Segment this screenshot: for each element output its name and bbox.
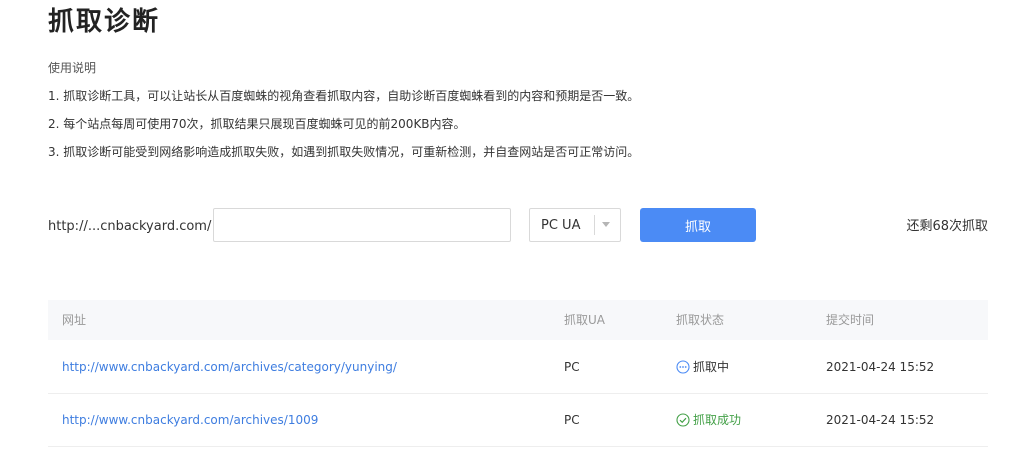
remaining-count: 还剩68次抓取 [906, 219, 988, 234]
usage-line-1: 1. 抓取诊断工具，可以让站长从百度蜘蛛的视角查看抓取内容，自助诊断百度蜘蛛看到… [48, 89, 640, 103]
ua-select-value: PC UA [541, 218, 581, 233]
table-row: http://www.cnbackyard.com/archives/1009 … [48, 394, 988, 447]
url-prefix-label: http://...cnbackyard.com/ [48, 219, 212, 234]
page-title: 抓取诊断 [48, 7, 161, 37]
url-path-input[interactable] [213, 208, 511, 242]
row-time: 2021-04-24 15:52 [826, 360, 935, 374]
usage-heading: 使用说明 [48, 61, 97, 75]
caret-down-icon[interactable] [602, 222, 610, 227]
header-ua: 抓取UA [564, 313, 605, 327]
row-time: 2021-04-24 15:52 [826, 413, 935, 427]
row-status-text: 抓取成功 [693, 413, 742, 427]
row-ua: PC [564, 360, 580, 374]
table-header: 网址 抓取UA 抓取状态 提交时间 [48, 300, 988, 340]
ua-select[interactable]: PC UA [529, 208, 621, 242]
ellipsis-circle-icon [676, 360, 690, 374]
header-time: 提交时间 [826, 313, 875, 327]
ua-select-divider [594, 215, 595, 235]
usage-line-2: 2. 每个站点每周可使用70次，抓取结果只展现百度蜘蛛可见的前200KB内容。 [48, 117, 466, 131]
row-url-link[interactable]: http://www.cnbackyard.com/archives/1009 [62, 412, 318, 428]
row-ua: PC [564, 413, 580, 427]
check-circle-icon [676, 413, 690, 427]
usage-line-3: 3. 抓取诊断可能受到网络影响造成抓取失败，如遇到抓取失败情况，可重新检测，并自… [48, 145, 640, 159]
row-status: 抓取成功 [676, 412, 741, 428]
row-url-link[interactable]: http://www.cnbackyard.com/archives/categ… [62, 359, 397, 375]
table-row: http://www.cnbackyard.com/archives/categ… [48, 341, 988, 394]
header-url: 网址 [62, 313, 87, 327]
row-status: 抓取中 [676, 359, 729, 375]
row-status-text: 抓取中 [693, 360, 730, 374]
header-status: 抓取状态 [676, 313, 725, 327]
fetch-button[interactable]: 抓取 [640, 208, 756, 242]
